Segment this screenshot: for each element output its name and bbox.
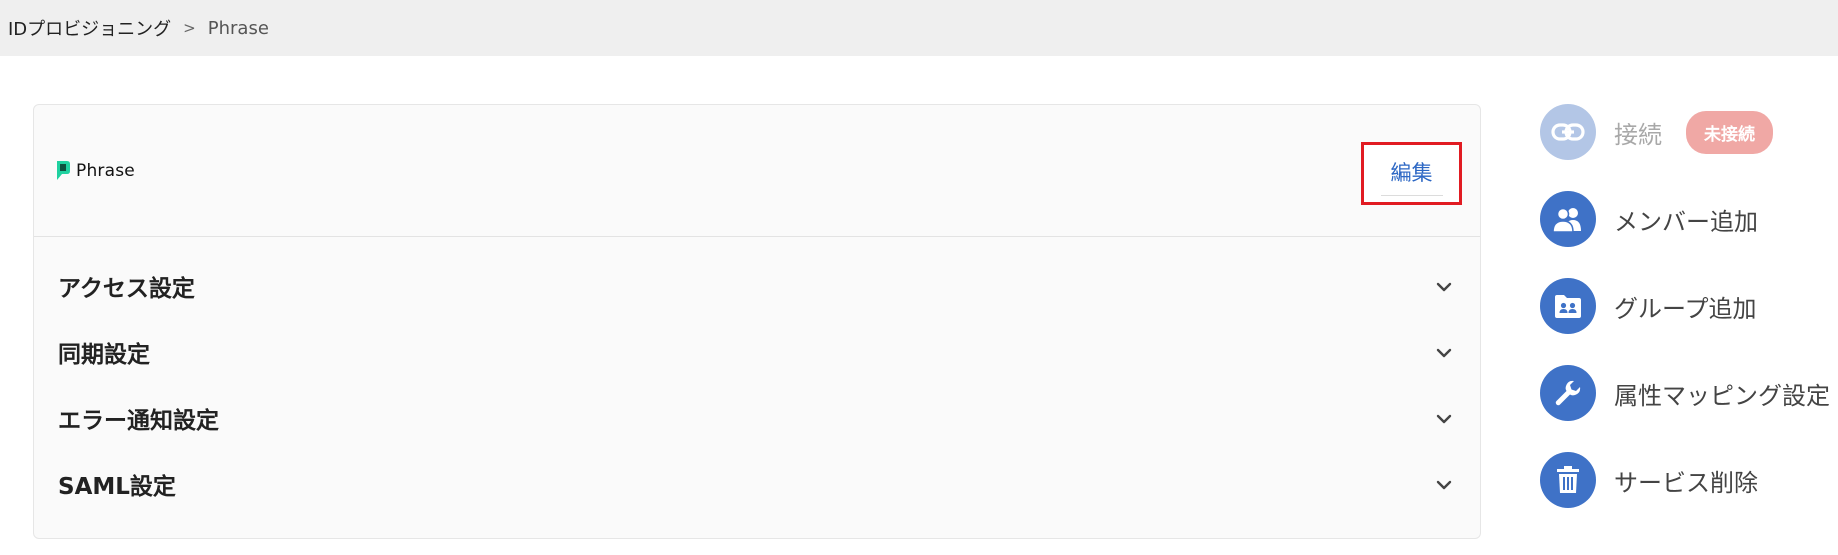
section-saml-settings[interactable]: SAML設定 — [34, 451, 1480, 517]
delete-service-label: サービス削除 — [1614, 468, 1758, 497]
section-label: 同期設定 — [58, 342, 150, 368]
chevron-down-icon — [1436, 282, 1452, 292]
breadcrumb-current: Phrase — [207, 17, 269, 39]
edit-button[interactable]: 編集 — [1361, 142, 1462, 205]
attribute-mapping-label: 属性マッピング設定 — [1614, 381, 1830, 410]
edit-button-label: 編集 — [1380, 151, 1443, 196]
connect-action[interactable]: 接続 未接続 — [1540, 104, 1773, 160]
card-header: Phrase 編集 — [34, 105, 1480, 237]
phrase-logo-icon — [57, 161, 70, 180]
breadcrumb-parent-link[interactable]: IDプロビジョニング — [8, 15, 171, 41]
chevron-down-icon — [1436, 414, 1452, 424]
status-badge: 未接続 — [1686, 110, 1773, 154]
add-group-label: グループ追加 — [1614, 294, 1757, 323]
section-label: アクセス設定 — [58, 276, 195, 302]
connect-label: 接続 — [1614, 120, 1662, 149]
breadcrumb-separator: > — [183, 19, 196, 37]
add-member-action[interactable]: メンバー追加 — [1540, 191, 1758, 247]
phrase-logo-text: Phrase — [76, 160, 135, 181]
trash-icon — [1540, 452, 1596, 508]
section-label: エラー通知設定 — [58, 408, 219, 434]
link-icon — [1540, 104, 1596, 160]
wrench-icon — [1540, 365, 1596, 421]
breadcrumb: IDプロビジョニング > Phrase — [0, 0, 1838, 56]
section-error-notification-settings[interactable]: エラー通知設定 — [34, 385, 1480, 451]
section-access-settings[interactable]: アクセス設定 — [34, 253, 1480, 319]
attribute-mapping-action[interactable]: 属性マッピング設定 — [1540, 365, 1830, 421]
section-sync-settings[interactable]: 同期設定 — [34, 319, 1480, 385]
group-folder-icon — [1540, 278, 1596, 334]
users-icon — [1540, 191, 1596, 247]
add-member-label: メンバー追加 — [1614, 207, 1758, 236]
phrase-logo: Phrase — [56, 160, 135, 181]
chevron-down-icon — [1436, 480, 1452, 490]
section-label: SAML設定 — [58, 474, 176, 500]
add-group-action[interactable]: グループ追加 — [1540, 278, 1757, 334]
service-settings-card: Phrase 編集 アクセス設定 同期設定 エラー通知設定 SAML設定 — [33, 104, 1481, 539]
chevron-down-icon — [1436, 348, 1452, 358]
delete-service-action[interactable]: サービス削除 — [1540, 452, 1758, 508]
